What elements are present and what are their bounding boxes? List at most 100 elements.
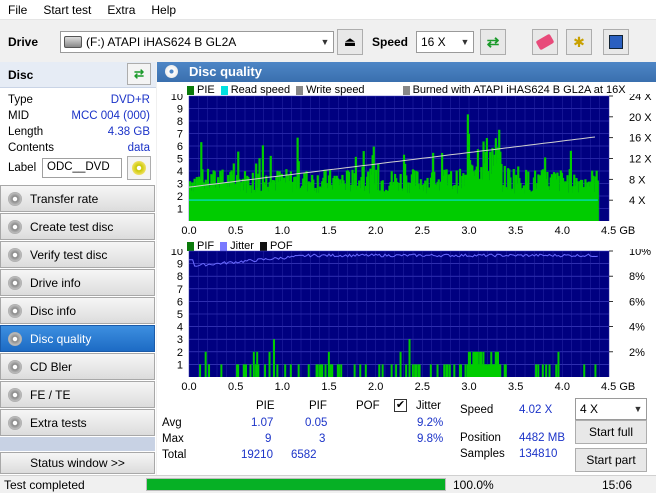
pif-bar [390,364,393,377]
progress-bar [146,478,446,491]
disc-label-field[interactable]: ODC__DVD [42,158,122,178]
pif-bar [340,364,343,377]
chart2-pif-jitter: 12345678910 2% 4% 6% 8% 10% 0.0 0.5 1.0 1.5 2.0 2.5… [171,249,651,393]
save-icon [609,35,623,49]
nav-disc-info[interactable]: Disc info [0,297,155,324]
erase-button[interactable] [532,29,558,55]
pif-bar [204,351,207,377]
pif-bar [276,364,279,377]
menu-help[interactable]: Help [143,3,184,17]
y2-tick-label: 8% [629,271,645,283]
pif-bar [443,364,446,377]
nav-label: Extra tests [30,415,87,430]
nav-label: Disc quality [30,331,92,346]
disc-row-mid: MID MCC 004 (000) [8,110,152,126]
start-part-button[interactable]: Start part [575,448,647,472]
pif-bar [252,351,255,377]
pif-bar [535,364,538,377]
stats-header-pie: PIE [256,400,275,412]
chart1-pie-read-speed: 12345678910 4 X 8 X 12 X 16 X 20 X 24 X 0.0 0.5 1… [171,94,653,237]
disc-row-type: Type DVD+R [8,94,152,110]
start-full-button[interactable]: Start full [575,420,647,444]
pif-bar [446,364,449,377]
speed-select[interactable]: 16 X ▼ [416,31,474,53]
pif-bar [381,364,384,377]
x-tick-label: 3.0 [461,225,476,237]
drive-select[interactable]: (F:) ATAPI iHAS624 B GL2A ▼ [60,31,334,53]
y-tick-label: 6 [177,141,183,153]
pif-bar [307,364,310,377]
nav-verify-test-disc[interactable]: Verify test disc [0,241,155,268]
pif-bar [359,364,362,377]
x-tick-label: 1.0 [275,225,290,237]
pif-bar [331,364,334,377]
status-time: 15:06 [602,478,633,492]
x-tick-label: 4.0 [555,381,570,393]
y-tick-label: 9 [177,104,183,116]
drive-label: Drive [8,35,39,49]
settings-button[interactable]: ✱ [566,29,592,55]
disc-icon [8,191,22,206]
pie-bar [596,180,599,221]
x-tick-label: 0.5 [228,381,243,393]
nav-cd-bler[interactable]: CD Bler [0,353,155,380]
y2-tick-label: 10% [629,249,651,258]
pif-bar [548,364,551,377]
save-button[interactable] [603,29,629,55]
menu-file[interactable]: File [0,3,35,17]
y-tick-label: 1 [177,359,183,371]
menu-start-test[interactable]: Start test [35,3,99,17]
disc-refresh-button[interactable]: ⇄ [127,63,151,85]
label-apply-button[interactable] [127,156,151,180]
refresh-icon: ⇄ [486,34,500,51]
pif-bar [448,364,451,377]
status-window-button[interactable]: Status window >> [0,452,155,474]
pif-bar [415,364,418,377]
y-tick-label: 1 [177,204,183,216]
y-tick-label: 4 [177,322,183,334]
nav-create-test-disc[interactable]: Create test disc [0,213,155,240]
y2-tick-label: 8 X [629,174,646,186]
status-text: Test completed [4,478,85,492]
pif-bar [555,364,558,377]
x-tick-label: 0.0 [181,381,196,393]
pif-bar [411,364,414,377]
eject-button[interactable]: ⏏ [337,29,363,55]
disc-header-title: Disc [8,68,34,82]
x-tick-label: 3.5 [508,225,523,237]
pif-bar [429,364,432,377]
nav-label: Verify test disc [30,247,108,262]
x-tick-label: 1.5 [321,225,336,237]
nav-extra-tests[interactable]: Extra tests [0,409,155,436]
nav-drive-info[interactable]: Drive info [0,269,155,296]
refresh-button[interactable]: ⇄ [480,29,506,55]
eject-icon: ⏏ [343,34,357,49]
stats-header-pif: PIF [309,400,327,412]
pif-bar [594,364,597,377]
menu-bar: File Start test Extra Help [0,0,656,20]
start-part-label: Start part [586,453,636,467]
disc-icon [8,247,22,262]
info-position-label: Position [460,432,501,444]
nav-label: FE / TE [30,387,71,402]
nav-fe-te[interactable]: FE / TE [0,381,155,408]
y-tick-label: 2 [177,191,183,203]
nav-label: Create test disc [30,219,114,234]
info-speed-label: Speed [460,404,494,416]
x-tick-label: 2.0 [368,381,383,393]
pif-bar [378,364,381,377]
jitter-checkbox[interactable]: ✔ [394,399,407,412]
disc-header: Disc ⇄ [0,62,156,88]
chevron-down-icon: ▼ [460,37,470,47]
nav-disc-quality[interactable]: Disc quality [0,325,155,352]
nav-transfer-rate[interactable]: Transfer rate [0,185,155,212]
y-tick-label: 10 [171,94,183,103]
pif-bar [464,364,467,377]
menu-extra[interactable]: Extra [99,3,143,17]
stats-max-pif: 3 [319,433,326,445]
disc-key: MID [8,110,30,122]
test-speed-select[interactable]: 4 X ▼ [575,398,647,420]
pif-bar [583,364,586,377]
pif-bar [289,364,292,377]
pif-bar [418,364,421,377]
